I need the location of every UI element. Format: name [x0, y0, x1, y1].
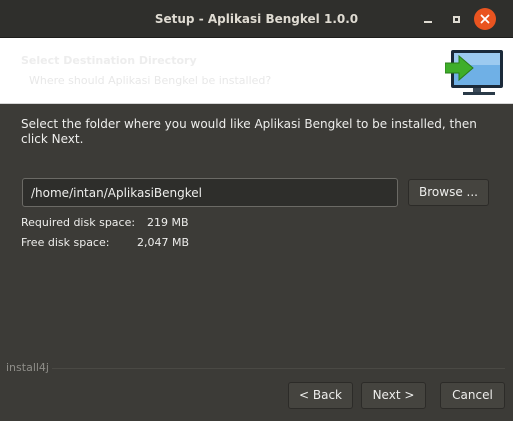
title-bar[interactable]: Setup - Aplikasi Bengkel 1.0.0: [0, 0, 513, 38]
free-space-label: Free disk space:: [21, 236, 110, 249]
close-icon: [480, 14, 490, 24]
next-button[interactable]: Next >: [361, 382, 426, 409]
maximize-icon: [452, 15, 460, 23]
install-path-input[interactable]: [23, 179, 397, 206]
required-space-value: 219 MB: [147, 216, 189, 229]
install-computer-icon: [445, 50, 503, 95]
instruction-text: Select the folder where you would like A…: [21, 117, 477, 146]
minimize-button[interactable]: [417, 8, 439, 30]
close-button[interactable]: [474, 8, 496, 30]
header-title: Select Destination Directory: [21, 54, 197, 67]
footer-divider: [52, 368, 505, 369]
back-button[interactable]: < Back: [288, 382, 353, 409]
wizard-header: Select Destination Directory Where shoul…: [0, 38, 513, 104]
header-subtitle: Where should Aplikasi Bengkel be install…: [29, 74, 272, 87]
minimize-icon: [424, 21, 432, 23]
maximize-button[interactable]: [445, 8, 467, 30]
vendor-label: install4j: [6, 361, 49, 374]
install-path-field[interactable]: [22, 178, 398, 207]
browse-button[interactable]: Browse ...: [408, 179, 489, 206]
free-space-value: 2,047 MB: [137, 236, 190, 249]
cancel-button[interactable]: Cancel: [440, 382, 505, 409]
required-space-label: Required disk space:: [21, 216, 136, 229]
